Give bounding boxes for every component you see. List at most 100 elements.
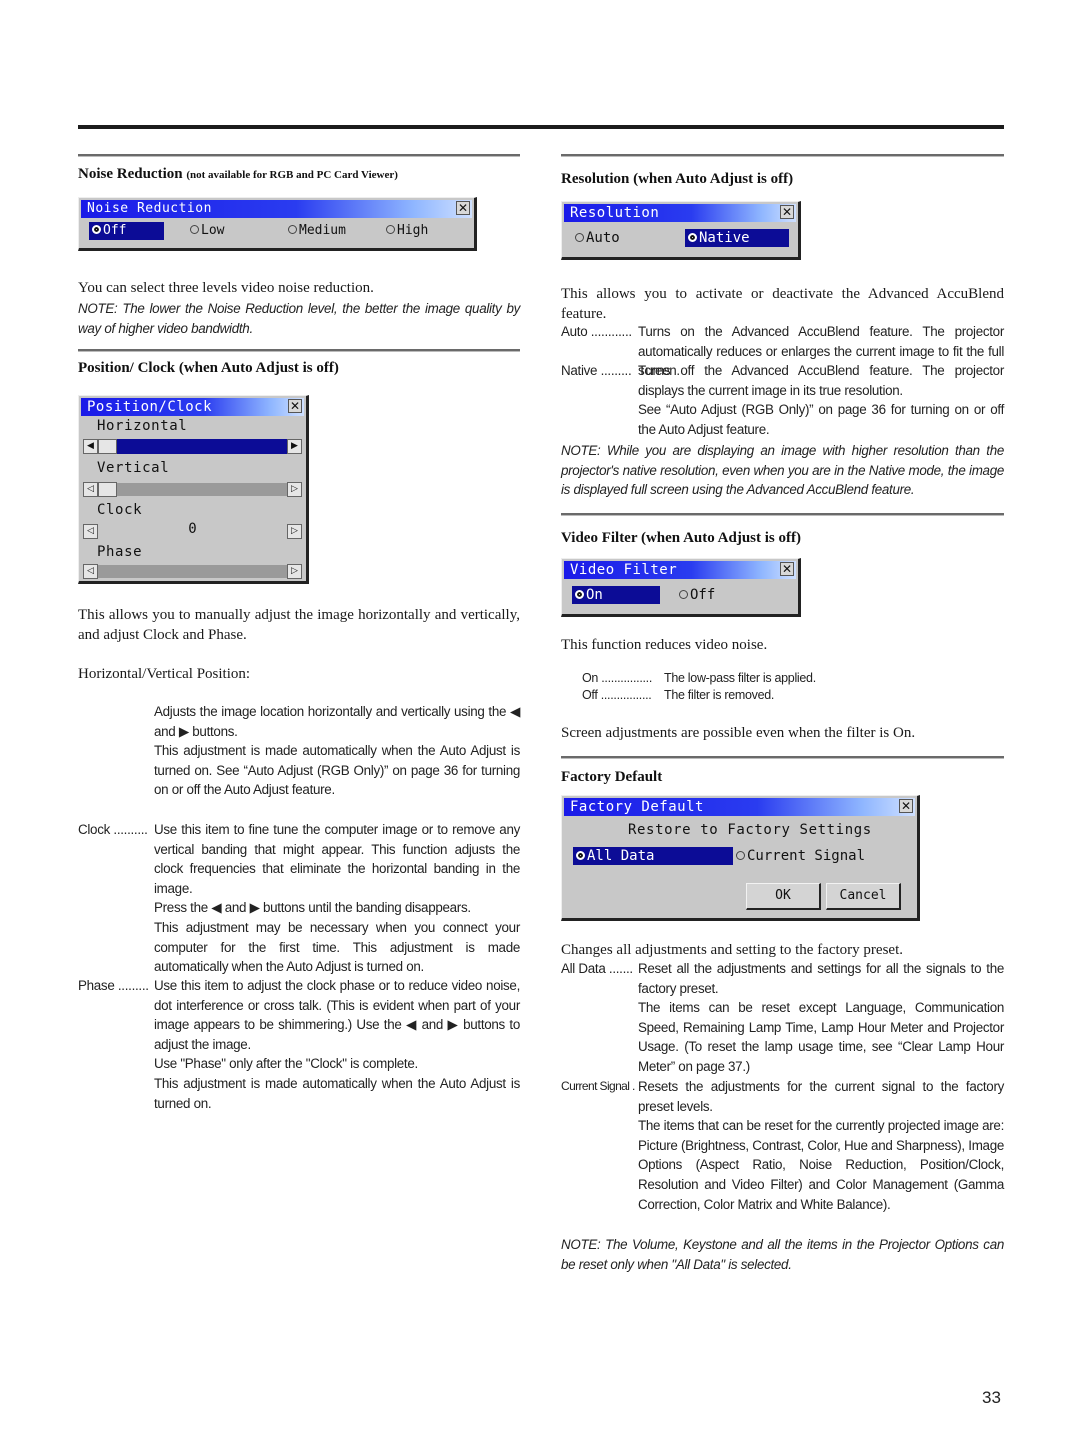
noise-reduction-text: You can select three levels video noise … [78, 280, 374, 296]
phase-term: Phase ......... [78, 978, 149, 993]
horizontal-label: Horizontal [97, 418, 188, 434]
close-icon[interactable]: ✕ [899, 799, 913, 813]
factory-default-dialog: Factory Default ✕ Restore to Factory Set… [561, 795, 920, 921]
option-medium[interactable]: Medium [285, 222, 346, 240]
arrow-left-icon[interactable]: ◁ [83, 482, 98, 497]
clock-value: 0 [188, 521, 197, 537]
radio-icon [679, 589, 688, 599]
arrow-right-icon[interactable]: ▶ [287, 439, 302, 454]
phase-desc-2: Use "Phase" only after the "Clock" is co… [154, 1056, 418, 1072]
close-icon[interactable]: ✕ [780, 562, 794, 576]
section-divider [561, 154, 1004, 157]
cancel-button[interactable]: Cancel [826, 883, 901, 910]
option-off[interactable]: Off [89, 222, 164, 240]
native-desc-1: Turns off the Advanced AccuBlend feature… [638, 363, 1004, 398]
option-off[interactable]: Off [676, 586, 715, 604]
option-label: Off [103, 223, 127, 238]
factory-default-intro: Changes all adjustments and setting to t… [561, 942, 903, 958]
arrow-left-icon[interactable]: ◀ [83, 439, 98, 454]
resolution-intro: This allows you to activate or deactivat… [561, 286, 1004, 322]
phase-desc-3: This adjustment is made automatically wh… [154, 1075, 520, 1111]
option-on[interactable]: On [572, 586, 660, 604]
option-label: Off [690, 587, 716, 603]
arrow-right-icon[interactable]: ▷ [287, 524, 302, 539]
arrow-left-icon[interactable]: ◁ [83, 524, 98, 539]
position-clock-intro: This allows you to manually adjust the i… [78, 607, 520, 643]
on-desc: The low-pass filter is applied. [664, 671, 816, 685]
radio-icon [386, 225, 395, 234]
video-filter-footer: Screen adjustments are possible even whe… [561, 725, 916, 741]
off-desc: The filter is removed. [664, 688, 775, 702]
radio-selected-icon [576, 850, 585, 860]
noise-reduction-heading: Noise Reduction (not available for RGB a… [78, 166, 398, 183]
hv-desc-2: This adjustment is made automatically wh… [154, 743, 520, 798]
video-filter-heading: Video Filter (when Auto Adjust is off) [561, 530, 801, 546]
noise-reduction-dialog: Noise Reduction ✕ Off Low Medium High [78, 197, 477, 251]
section-divider [561, 756, 1004, 759]
native-desc: Turns off the Advanced AccuBlend feature… [638, 361, 1004, 439]
clock-desc-2: Press the ◀ and ▶ buttons until the band… [154, 900, 471, 916]
video-filter-dialog: Video Filter ✕ On Off [561, 558, 801, 617]
option-native[interactable]: Native [685, 229, 789, 247]
slider-track [97, 483, 288, 496]
option-all-data[interactable]: All Data [573, 847, 733, 865]
section-divider [78, 154, 520, 157]
vertical-slider[interactable]: ◁ ▷ [83, 482, 302, 497]
dialog-title: Noise Reduction [87, 201, 212, 216]
dialog-title: Position/Clock [87, 399, 213, 415]
dialog-titlebar: Factory Default [564, 798, 915, 816]
arrow-left-icon[interactable]: ◁ [83, 564, 98, 579]
option-label: On [586, 587, 603, 603]
noise-reduction-note: NOTE: The lower the Noise Reduction leve… [78, 301, 520, 336]
radio-icon [190, 225, 199, 234]
ok-button[interactable]: OK [746, 883, 821, 910]
page-number: 33 [982, 1388, 1001, 1407]
arrow-right-icon[interactable]: ▷ [287, 564, 302, 579]
horizontal-slider[interactable]: ◀ ▶ [83, 439, 302, 454]
close-icon[interactable]: ✕ [456, 201, 470, 215]
clock-desc-3: This adjustment may be necessary when yo… [154, 919, 520, 975]
phase-slider[interactable]: ◁ ▷ [83, 564, 302, 579]
option-label: High [397, 223, 429, 238]
hv-position-desc: Adjusts the image location horizontally … [154, 702, 520, 800]
off-term: Off ................ [582, 688, 652, 702]
close-icon[interactable]: ✕ [288, 399, 302, 413]
option-label: All Data [587, 848, 655, 864]
option-low[interactable]: Low [187, 222, 224, 240]
top-rule [78, 125, 1004, 129]
radio-icon [288, 225, 297, 234]
dialog-subtitle: Restore to Factory Settings [628, 822, 872, 838]
slider-thumb[interactable] [98, 482, 117, 497]
option-label: Auto [586, 230, 620, 246]
close-icon[interactable]: ✕ [780, 205, 794, 219]
factory-default-note: NOTE: The Volume, Keystone and all the i… [561, 1237, 1004, 1272]
option-current-signal[interactable]: Current Signal [733, 847, 865, 865]
on-term: On ................ [582, 671, 653, 685]
option-auto[interactable]: Auto [572, 229, 620, 247]
vertical-label: Vertical [97, 460, 170, 476]
slider-thumb[interactable] [98, 439, 117, 454]
factory-default-heading: Factory Default [561, 769, 663, 785]
hv-position-label: Horizontal/Vertical Position: [78, 666, 251, 682]
heading-note: (not available for RGB and PC Card Viewe… [186, 169, 398, 181]
arrow-right-icon[interactable]: ▷ [287, 482, 302, 497]
current-signal-desc: Resets the adjustments for the current s… [638, 1077, 1004, 1214]
phase-desc-1: Use this item to adjust the clock phase … [154, 978, 520, 1052]
dialog-titlebar: Noise Reduction [81, 200, 472, 218]
native-term: Native ......... [561, 363, 632, 378]
dialog-titlebar: Resolution [564, 204, 796, 222]
dialog-title: Factory Default [570, 799, 704, 815]
current-signal-term: Current Signal . [561, 1079, 635, 1093]
clock-slider[interactable]: 0 ◁ ▷ [83, 521, 302, 539]
dialog-title: Resolution [570, 205, 660, 221]
phase-desc: Use this item to adjust the clock phase … [154, 976, 520, 1113]
auto-term: Auto ............ [561, 324, 632, 339]
clock-label: Clock [97, 502, 143, 518]
hv-desc-1: Adjusts the image location horizontally … [154, 704, 520, 739]
clock-desc: Use this item to fine tune the computer … [154, 820, 520, 977]
radio-selected-icon [688, 232, 697, 242]
option-high[interactable]: High [383, 222, 428, 240]
all-data-desc: Reset all the adjustments and settings f… [638, 959, 1004, 1077]
option-label: Medium [299, 223, 346, 238]
option-label: Current Signal [747, 848, 866, 864]
